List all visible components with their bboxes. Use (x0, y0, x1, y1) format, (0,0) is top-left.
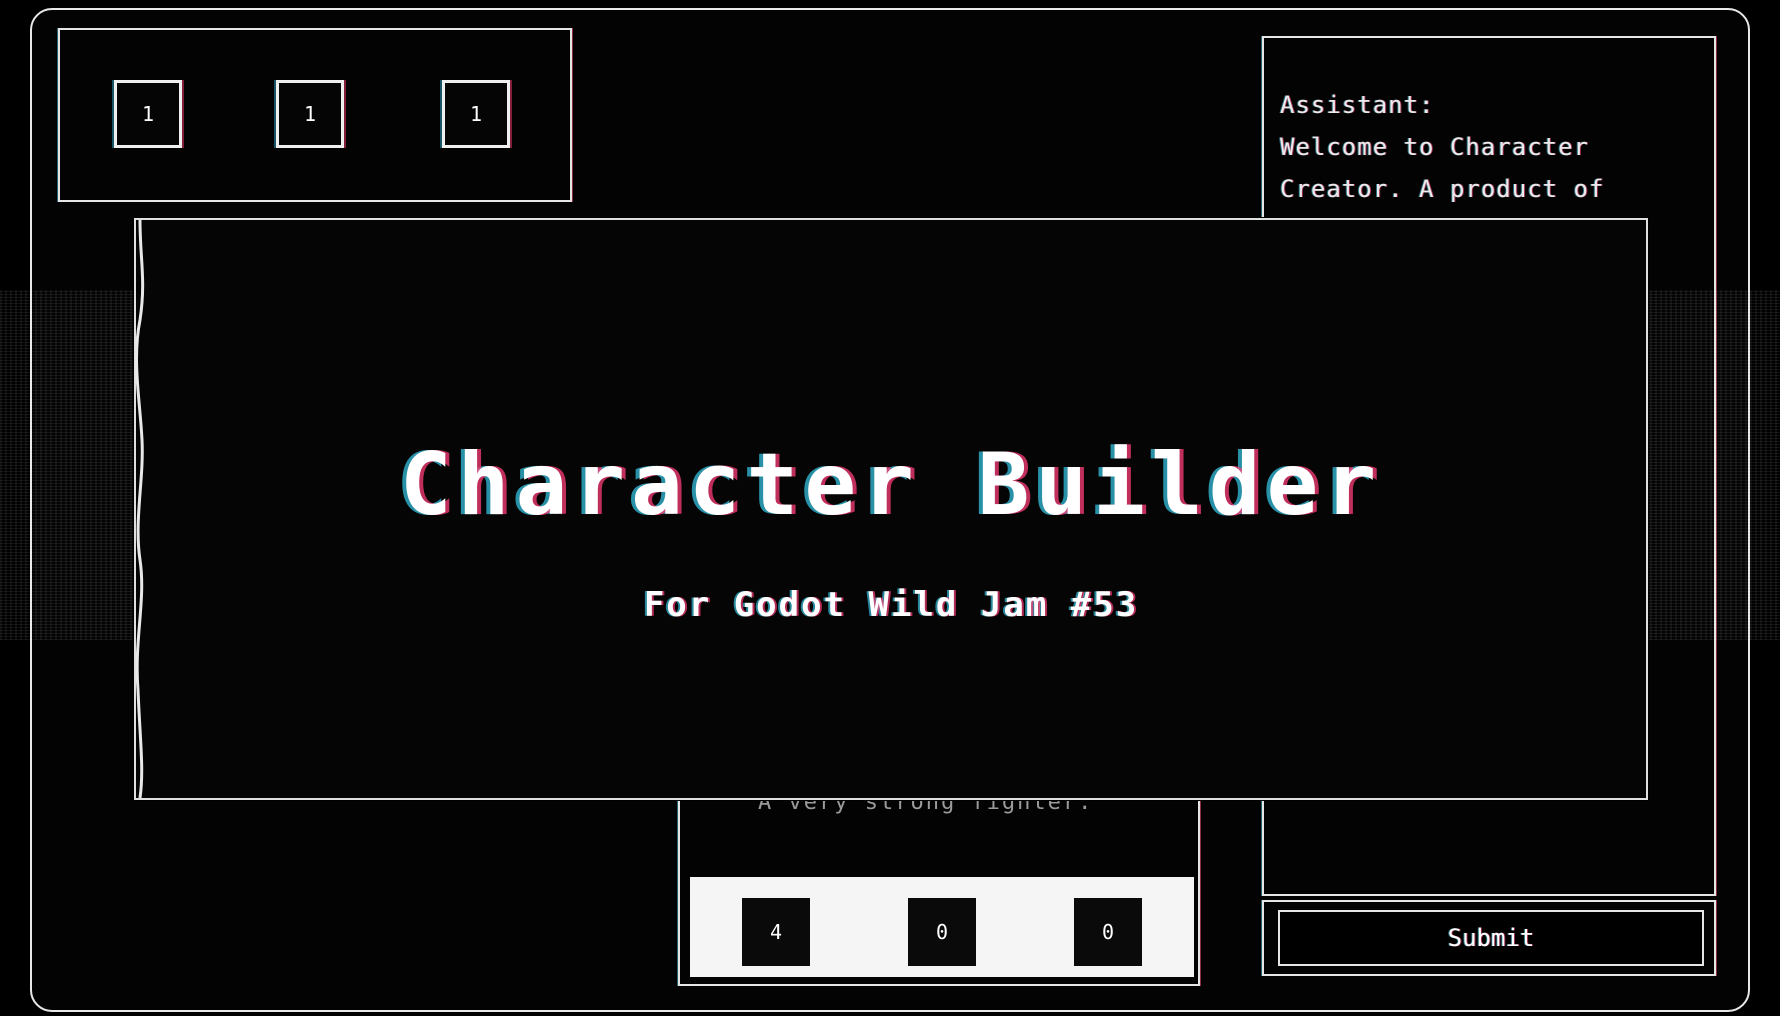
game-title: Character Builder (399, 435, 1383, 535)
assistant-message-line-1: Welcome to Character (1280, 133, 1589, 161)
allocation-box-2[interactable]: 0 (908, 898, 976, 966)
assistant-message-line-2: Creator. A product of (1280, 175, 1605, 203)
assistant-label: Assistant: (1280, 91, 1435, 119)
title-splash[interactable]: Character Builder For Godot Wild Jam #53 (134, 218, 1648, 800)
allocation-box-1[interactable]: 4 (742, 898, 810, 966)
allocation-box-3[interactable]: 0 (1074, 898, 1142, 966)
stat-box-2[interactable]: 1 (276, 80, 344, 148)
submit-button[interactable]: Submit (1278, 910, 1704, 966)
stat-box-1[interactable]: 1 (114, 80, 182, 148)
stat-box-3[interactable]: 1 (442, 80, 510, 148)
game-subtitle: For Godot Wild Jam #53 (643, 585, 1139, 625)
